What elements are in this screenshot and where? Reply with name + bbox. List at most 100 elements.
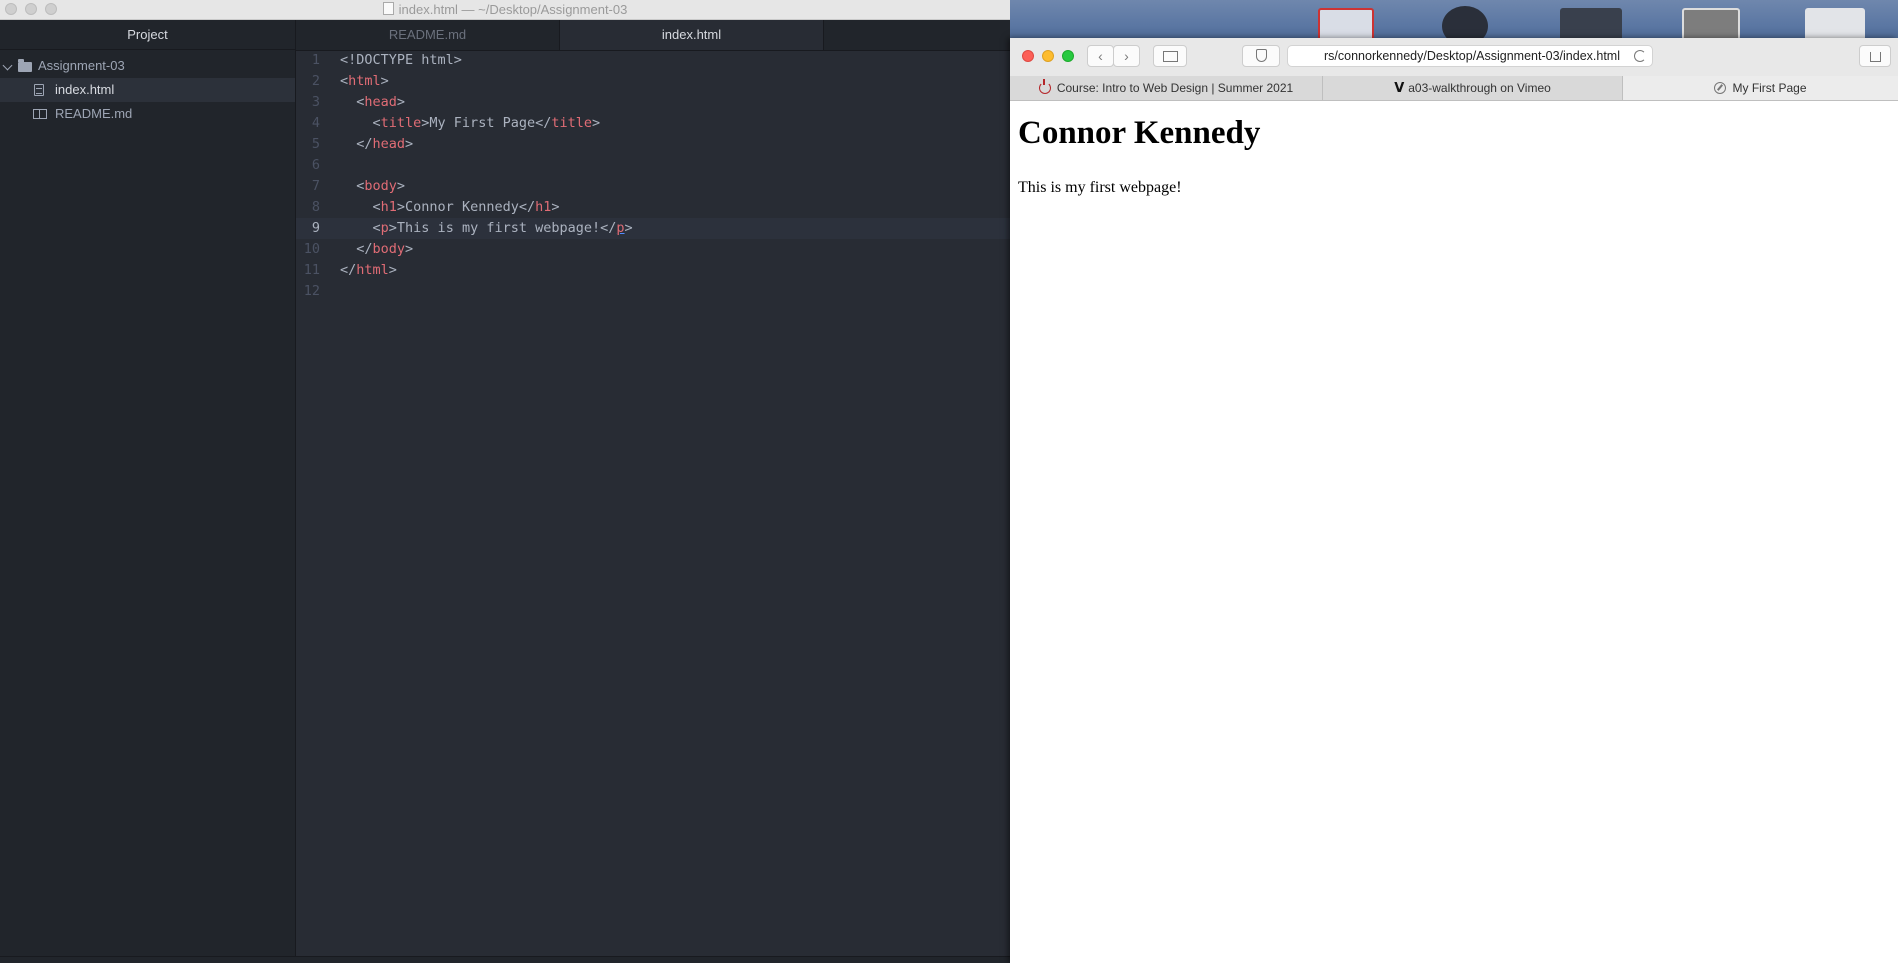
code-editor[interactable]: 1 <!DOCTYPE html> 2 <html> 3 <head> 4 <tit…: [296, 50, 1010, 302]
atom-title-bar[interactable]: index.html — ~/Desktop/Assignment-03: [0, 0, 1010, 20]
desktop-file-icon[interactable]: [1318, 8, 1374, 42]
tree-view: Project Assignment-03 index.html README.…: [0, 20, 296, 963]
folder-icon: [18, 59, 32, 72]
tab-label: a03-walkthrough on Vimeo: [1408, 81, 1551, 95]
tree-item-readme-md[interactable]: README.md: [0, 102, 295, 126]
tree-item-label: index.html: [55, 82, 115, 97]
tab-a03-walkthrough-vimeo[interactable]: Va03-walkthrough on Vimeo: [1323, 76, 1623, 100]
tag-name: title: [380, 115, 422, 131]
code-text: <html>: [340, 73, 389, 89]
privacy-button[interactable]: [1242, 45, 1280, 67]
address-bar[interactable]: rs/connorkennedy/Desktop/Assignment-03/i…: [1287, 45, 1653, 67]
chevron-right-icon: ›: [1124, 48, 1129, 64]
safari-window: ‹ › rs/connorkennedy/Desktop/Assignment-…: [1010, 38, 1898, 963]
shield-icon: [1255, 49, 1267, 62]
code-line-cursor: 9 <p>This is my first webpage!</p>: [296, 218, 1010, 239]
back-button[interactable]: ‹: [1087, 45, 1114, 67]
editor-pane: README.md index.html 1 <!DOCTYPE html> 2 <…: [296, 20, 1010, 963]
share-button[interactable]: [1859, 45, 1891, 67]
code-text: <head>: [340, 94, 406, 110]
code-line: 6: [296, 155, 1010, 176]
code-text: <body>: [340, 178, 406, 194]
window-title: index.html — ~/Desktop/Assignment-03: [0, 0, 1010, 19]
tab-bar: README.md index.html: [296, 20, 1010, 51]
vimeo-icon: V: [1394, 81, 1405, 96]
tab-course-intro-web-design[interactable]: Course: Intro to Web Design | Summer 202…: [1010, 76, 1323, 100]
code-line: 5 </head>: [296, 134, 1010, 155]
line-number: 8: [311, 199, 320, 215]
line-number: 5: [311, 136, 320, 152]
tab-label: My First Page: [1732, 81, 1807, 95]
tree-view-header[interactable]: Project: [0, 20, 295, 50]
code-text: <!DOCTYPE html>: [340, 52, 462, 68]
desktop-screenshot-icon[interactable]: [1560, 8, 1622, 42]
code-line: 1 <!DOCTYPE html>: [296, 50, 1010, 71]
tab-my-first-page[interactable]: My First Page: [1623, 76, 1898, 100]
line-number: 4: [311, 115, 320, 131]
text-content: Connor Kennedy: [405, 199, 519, 215]
forward-button[interactable]: ›: [1113, 45, 1140, 67]
code-text: </body>: [340, 241, 414, 257]
reload-icon[interactable]: [1634, 50, 1646, 62]
url-text: rs/connorkennedy/Desktop/Assignment-03/i…: [1324, 49, 1620, 63]
line-number: 2: [311, 73, 320, 89]
code-line: 2 <html>: [296, 71, 1010, 92]
line-number: 3: [311, 94, 320, 110]
code-line: 10 </body>: [296, 239, 1010, 260]
tag-name: title: [551, 115, 592, 131]
desktop-photo-icon[interactable]: [1682, 8, 1740, 42]
tag-name: body: [372, 241, 406, 257]
tag-name: head: [364, 94, 397, 110]
tag-name: html: [348, 73, 381, 89]
code-text: </head>: [340, 136, 414, 152]
tree-item-label: Assignment-03: [38, 58, 125, 73]
sidebar-button[interactable]: [1153, 45, 1187, 67]
chevron-left-icon: ‹: [1098, 48, 1103, 64]
text-content: My First Page: [429, 115, 536, 131]
file-icon: [34, 84, 44, 96]
share-icon: [1869, 52, 1881, 62]
tag-name: p: [380, 220, 389, 236]
window-title-text: index.html — ~/Desktop/Assignment-03: [398, 2, 628, 17]
tree-item-index-html[interactable]: index.html: [0, 78, 295, 102]
compass-icon: [1714, 82, 1727, 94]
safari-toolbar: ‹ › rs/connorkennedy/Desktop/Assignment-…: [1010, 38, 1898, 77]
minimize-button[interactable]: [1042, 50, 1054, 62]
line-number: 6: [311, 157, 320, 173]
tree-item-assignment-03[interactable]: Assignment-03: [0, 54, 295, 78]
tag-name: head: [372, 136, 406, 152]
code-line: 12: [296, 281, 1010, 302]
close-button[interactable]: [1022, 50, 1034, 62]
code-text: <title>My First Page</title>: [340, 115, 601, 131]
desktop-document-icon[interactable]: [1805, 8, 1865, 42]
code-line: 3 <head>: [296, 92, 1010, 113]
document-icon: [382, 2, 394, 15]
line-number: 9: [311, 220, 320, 236]
tab-index-html[interactable]: index.html: [560, 20, 824, 50]
zoom-button[interactable]: [1062, 50, 1074, 62]
chevron-down-icon: [2, 60, 13, 71]
code-line: 8 <h1>Connor Kennedy</h1>: [296, 197, 1010, 218]
code-line: 11 </html>: [296, 260, 1010, 281]
atom-window: index.html — ~/Desktop/Assignment-03 Pro…: [0, 0, 1010, 963]
code-text: <h1>Connor Kennedy</h1>: [340, 199, 560, 215]
line-number: 7: [311, 178, 320, 194]
tree-item-label: README.md: [55, 106, 133, 121]
code-line: 7 <body>: [296, 176, 1010, 197]
url-fade: [1296, 48, 1326, 64]
markdown-file-icon: [33, 109, 47, 119]
page-paragraph: This is my first webpage!: [1018, 179, 1182, 196]
tag-name: html: [356, 262, 389, 278]
text-content: This is my first webpage!: [396, 220, 601, 236]
tag-name: h1: [380, 199, 397, 215]
tag-name: p: [616, 220, 625, 236]
page-heading: Connor Kennedy: [1018, 115, 1261, 151]
line-number: 1: [311, 52, 320, 68]
line-number: 12: [303, 283, 320, 299]
code-text: </html>: [340, 262, 397, 278]
safari-tab-bar: Course: Intro to Web Design | Summer 202…: [1010, 76, 1898, 101]
tag-name: body: [364, 178, 397, 194]
tag-name: h1: [535, 199, 552, 215]
line-number: 11: [303, 262, 320, 278]
tab-readme-md[interactable]: README.md: [296, 20, 560, 50]
